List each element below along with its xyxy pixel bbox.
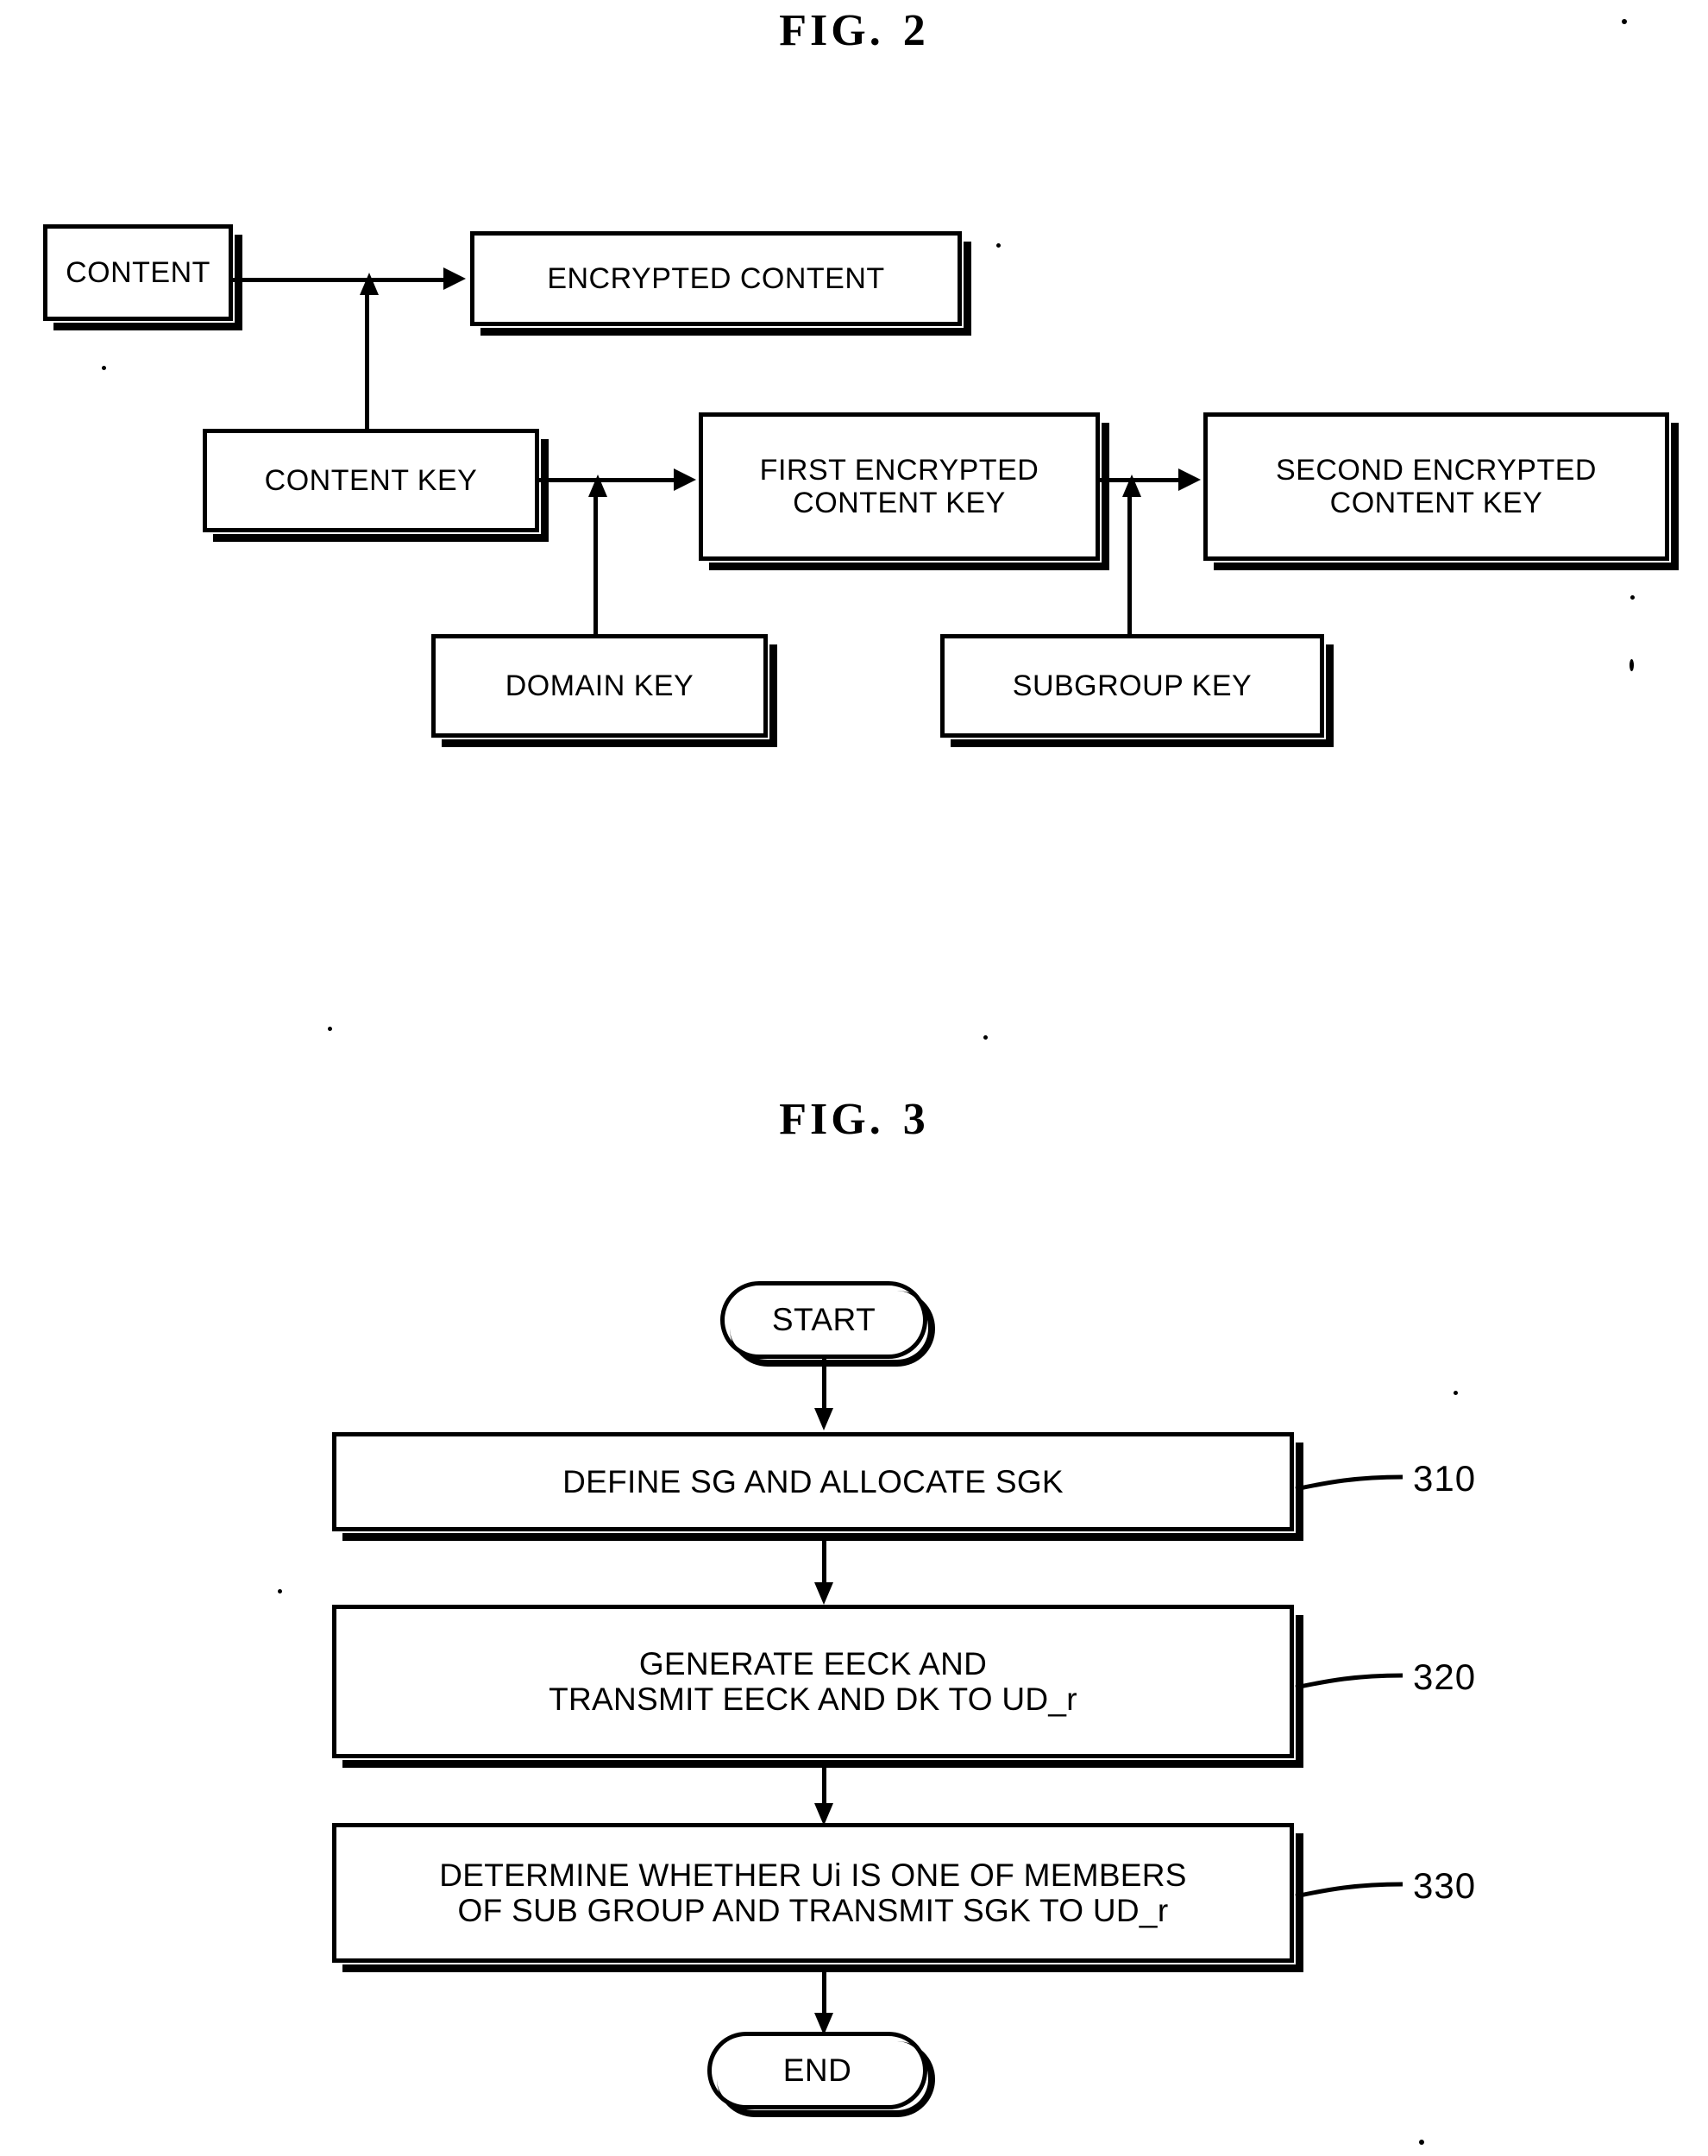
block-domain-key: DOMAIN KEY xyxy=(431,634,777,747)
scan-speck xyxy=(1622,19,1627,24)
edge-content-key-to-encrypted-content-arrowhead xyxy=(360,273,379,295)
flow-step-310: DEFINE SG AND ALLOCATE SGK xyxy=(332,1432,1303,1541)
leader-line-330 xyxy=(1295,1882,1403,1899)
figure-2-title-number: 2 xyxy=(902,6,929,55)
block-content: CONTENT xyxy=(43,224,242,330)
block-encrypted-content: ENCRYPTED CONTENT xyxy=(470,231,971,336)
block-content-label: CONTENT xyxy=(66,255,210,289)
block-first-encrypted-content-key: FIRST ENCRYPTED CONTENT KEY xyxy=(699,412,1109,570)
block-second-encrypted-content-key-label: SECOND ENCRYPTED CONTENT KEY xyxy=(1276,454,1597,519)
reference-number-310: 310 xyxy=(1413,1458,1477,1499)
flow-start-terminator: START xyxy=(720,1281,935,1367)
leader-line-320 xyxy=(1295,1673,1403,1690)
leader-line-310 xyxy=(1295,1474,1403,1492)
flow-start-label: START xyxy=(771,1302,876,1337)
block-subgroup-key: SUBGROUP KEY xyxy=(940,634,1334,747)
scan-speck xyxy=(278,1589,282,1593)
reference-number-330: 330 xyxy=(1413,1865,1477,1906)
figure-2-title: FIG. 2 xyxy=(0,5,1708,56)
flow-step-310-label: DEFINE SG AND ALLOCATE SGK xyxy=(562,1463,1064,1499)
block-subgroup-key-label: SUBGROUP KEY xyxy=(1012,669,1253,702)
edge-content-key-to-first-eck-line xyxy=(539,478,677,482)
flow-step-320-label: GENERATE EECK AND TRANSMIT EECK AND DK T… xyxy=(549,1646,1077,1718)
edge-subgroup-key-to-second-eck-arrowhead xyxy=(1122,475,1141,497)
block-content-key-label: CONTENT KEY xyxy=(264,463,478,497)
edge-start-to-step-310-arrowhead xyxy=(814,1408,833,1430)
block-encrypted-content-label: ENCRYPTED CONTENT xyxy=(547,261,885,295)
flow-step-330-line2: OF SUB GROUP AND TRANSMIT SGK TO UD_r xyxy=(457,1893,1169,1928)
block-domain-key-label: DOMAIN KEY xyxy=(505,669,694,702)
flow-step-320: GENERATE EECK AND TRANSMIT EECK AND DK T… xyxy=(332,1605,1303,1768)
scan-speck xyxy=(1630,659,1634,671)
flow-step-320-line2: TRANSMIT EECK AND DK TO UD_r xyxy=(549,1681,1077,1717)
figure-2-title-prefix: FIG. xyxy=(779,6,884,55)
figure-3-title-number: 3 xyxy=(902,1095,929,1144)
block-content-key: CONTENT KEY xyxy=(203,429,549,542)
flow-step-330-line1: DETERMINE WHETHER Ui IS ONE OF MEMBERS xyxy=(439,1857,1187,1893)
block-second-encrypted-content-key: SECOND ENCRYPTED CONTENT KEY xyxy=(1203,412,1679,570)
edge-domain-key-to-first-eck-line xyxy=(593,487,598,636)
flow-end-label: END xyxy=(782,2052,852,2088)
scan-speck xyxy=(1454,1391,1458,1395)
scan-speck xyxy=(1419,2140,1424,2145)
figure-3-title-prefix: FIG. xyxy=(779,1095,884,1144)
edge-step-310-to-step-320-arrowhead xyxy=(814,1582,833,1605)
scan-speck xyxy=(328,1027,332,1031)
edge-content-to-encrypted-content-arrowhead xyxy=(443,267,466,290)
figure-3-title: FIG. 3 xyxy=(0,1094,1708,1145)
block-first-encrypted-content-key-line1: FIRST ENCRYPTED xyxy=(759,453,1039,487)
block-first-encrypted-content-key-label: FIRST ENCRYPTED CONTENT KEY xyxy=(760,454,1039,519)
scan-speck xyxy=(996,243,1001,248)
block-second-encrypted-content-key-line1: SECOND ENCRYPTED xyxy=(1276,453,1597,487)
flow-step-330: DETERMINE WHETHER Ui IS ONE OF MEMBERS O… xyxy=(332,1823,1303,1972)
block-first-encrypted-content-key-line2: CONTENT KEY xyxy=(793,487,1006,519)
edge-subgroup-key-to-second-eck-line xyxy=(1127,487,1132,636)
edge-first-eck-to-second-eck-arrowhead xyxy=(1178,468,1201,491)
scan-speck xyxy=(1630,595,1635,600)
edge-content-key-to-encrypted-content-line xyxy=(365,285,369,431)
flow-end-terminator: END xyxy=(707,2032,935,2117)
block-second-encrypted-content-key-line2: CONTENT KEY xyxy=(1329,487,1543,519)
edge-domain-key-to-first-eck-arrowhead xyxy=(588,475,607,497)
reference-number-320: 320 xyxy=(1413,1656,1477,1697)
flow-step-330-label: DETERMINE WHETHER Ui IS ONE OF MEMBERS O… xyxy=(439,1857,1187,1929)
scan-speck xyxy=(102,366,106,370)
edge-content-to-encrypted-content-line xyxy=(233,278,444,282)
scan-speck xyxy=(983,1035,988,1040)
flow-step-320-line1: GENERATE EECK AND xyxy=(638,1645,988,1681)
edge-content-key-to-first-eck-arrowhead xyxy=(674,468,696,491)
